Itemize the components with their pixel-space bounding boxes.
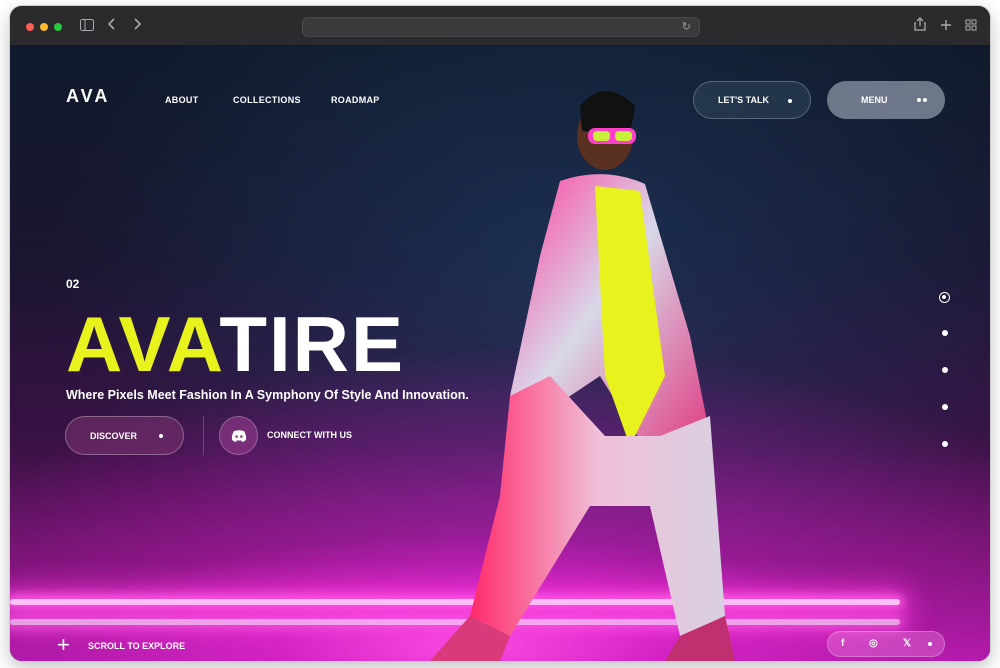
x-twitter-icon[interactable]: 𝕏 xyxy=(903,638,911,649)
reload-icon[interactable]: ↻ xyxy=(682,20,691,33)
site-logo[interactable]: AVA xyxy=(66,86,110,107)
dot-icon xyxy=(928,642,932,646)
fashion-model-image xyxy=(430,91,735,661)
facebook-icon[interactable]: f xyxy=(841,638,844,649)
menu-button[interactable]: MENU xyxy=(827,81,945,119)
browser-toolbar: ↻ xyxy=(10,6,990,46)
chevron-left-icon[interactable] xyxy=(107,17,117,35)
instagram-icon[interactable]: ◎ xyxy=(869,638,878,649)
slide-indicator[interactable] xyxy=(942,367,948,373)
connect-with-us-link[interactable]: CONNECT WITH US xyxy=(267,430,352,440)
dot-icon xyxy=(923,98,927,102)
chevron-right-icon[interactable] xyxy=(132,17,142,35)
sidebar-icon[interactable] xyxy=(80,17,94,35)
hero-tagline: Where Pixels Meet Fashion In A Symphony … xyxy=(66,388,469,402)
nav-roadmap[interactable]: ROADMAP xyxy=(331,95,380,105)
address-bar[interactable]: ↻ xyxy=(302,17,700,37)
nav-about[interactable]: ABOUT xyxy=(165,95,199,105)
browser-window: ↻ AVA ABOUT COLLECTIONS ROADMAP LET'S TA… xyxy=(10,6,990,661)
close-window-button[interactable] xyxy=(26,23,34,31)
hero-title-rest: TIRE xyxy=(219,300,405,388)
divider xyxy=(203,416,204,455)
scroll-to-explore[interactable]: SCROLL TO EXPLORE xyxy=(88,641,185,651)
lets-talk-button[interactable]: LET'S TALK xyxy=(693,81,811,119)
discord-icon xyxy=(231,429,246,442)
discover-button[interactable]: DISCOVER xyxy=(65,416,184,455)
hero-page: AVA ABOUT COLLECTIONS ROADMAP LET'S TALK… xyxy=(10,46,990,661)
slide-indicator[interactable] xyxy=(942,404,948,410)
slide-indicator[interactable] xyxy=(942,441,948,447)
share-icon[interactable] xyxy=(914,17,926,35)
slide-index: 02 xyxy=(66,277,80,291)
hero-title-accent: AVA xyxy=(66,300,220,388)
discord-button[interactable] xyxy=(219,416,258,455)
minimize-window-button[interactable] xyxy=(40,23,48,31)
lets-talk-label: LET'S TALK xyxy=(718,95,769,105)
dot-icon xyxy=(917,98,921,102)
nav-collections[interactable]: COLLECTIONS xyxy=(233,95,301,105)
slide-indicator[interactable] xyxy=(942,330,948,336)
dot-icon xyxy=(788,99,792,103)
dot-icon xyxy=(159,434,163,438)
slide-indicator-active[interactable] xyxy=(939,292,950,303)
grid-icon[interactable] xyxy=(965,17,977,35)
plus-icon: + xyxy=(57,632,70,657)
maximize-window-button[interactable] xyxy=(54,23,62,31)
hero-title: AVATIRE xyxy=(66,302,405,386)
discover-label: DISCOVER xyxy=(90,430,138,441)
menu-label: MENU xyxy=(861,95,888,105)
social-links: f ◎ 𝕏 xyxy=(827,631,945,657)
plus-icon[interactable] xyxy=(940,17,952,35)
